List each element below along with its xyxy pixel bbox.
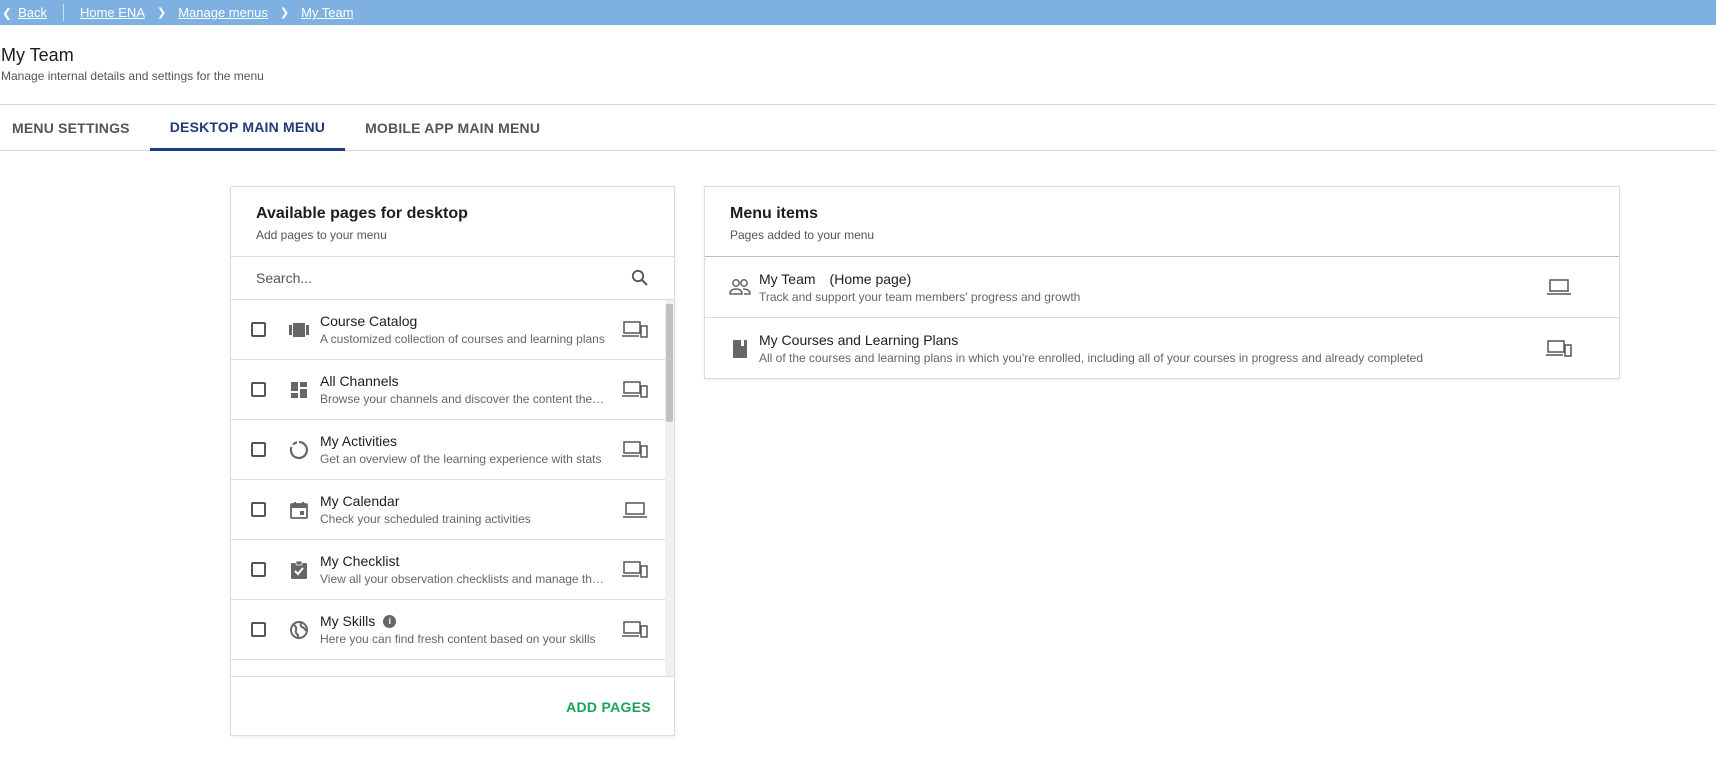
page-title: My Team [1, 45, 74, 65]
top-bar: ❮ Back Home ENA ❯ Manage menus ❯ My Team [0, 0, 1716, 25]
list-item-title: All Channels [320, 373, 399, 389]
available-pages-footer: ADD PAGES [231, 676, 674, 736]
page-subtitle: Manage internal details and settings for… [1, 69, 264, 83]
available-pages-title: Available pages for desktop [256, 205, 468, 222]
desktop-mobile-icon [615, 380, 655, 399]
list-item[interactable]: All Channels Browse your channels and di… [231, 360, 667, 420]
activity-icon [288, 439, 310, 461]
info-icon[interactable]: i [383, 614, 397, 628]
available-pages-subtitle: Add pages to your menu [256, 228, 387, 242]
list-item[interactable]: My Calendar Check your scheduled trainin… [231, 480, 667, 540]
checkbox[interactable] [251, 562, 266, 577]
menu-item-row[interactable]: My Courses and Learning Plans All of the… [705, 318, 1619, 379]
desktop-mobile-icon [615, 320, 655, 339]
list-item-desc: Check your scheduled training activities [320, 512, 531, 526]
checklist-icon [288, 559, 310, 581]
available-pages-panel: Available pages for desktop Add pages to… [230, 186, 675, 736]
add-pages-button[interactable]: ADD PAGES [566, 699, 651, 715]
checkbox[interactable] [251, 622, 266, 637]
list-item-desc: Get an overview of the learning experien… [320, 452, 602, 466]
tab-mobile-app-main-menu[interactable]: MOBILE APP MAIN MENU [345, 105, 560, 151]
tab-menu-settings[interactable]: MENU SETTINGS [0, 105, 150, 151]
menu-items-title: Menu items [730, 205, 819, 222]
desktop-mobile-icon [615, 560, 655, 579]
laptop-icon [615, 501, 655, 519]
list-item-desc: View all your observation checklists and… [320, 572, 605, 586]
menu-item-title-text: My Team [759, 270, 816, 287]
checkbox[interactable] [251, 382, 266, 397]
available-pages-list: Course Catalog A customized collection o… [231, 300, 674, 676]
checkbox[interactable] [251, 502, 266, 517]
list-item-title: Course Catalog [320, 313, 418, 329]
menu-items-subtitle: Pages added to your menu [730, 228, 875, 242]
chevron-left-icon: ❮ [2, 5, 13, 20]
team-icon [729, 276, 751, 298]
list-item-title: My Skills i [320, 613, 615, 629]
list-item-desc: Browse your channels and discover the co… [320, 392, 605, 406]
globe-icon [288, 619, 310, 641]
desktop-mobile-icon [615, 440, 655, 459]
desktop-mobile-icon [615, 620, 655, 639]
menu-item-desc: All of the courses and learning plans in… [759, 351, 1424, 365]
list-item[interactable]: My Checklist View all your observation c… [231, 540, 667, 600]
menu-items-header: Menu items Pages added to your menu [705, 187, 1619, 257]
list-item-title: My Calendar [320, 493, 400, 509]
list-item[interactable]: My Activities Get an overview of the lea… [231, 420, 667, 480]
list-item-title: My Checklist [320, 553, 400, 569]
chevron-right-icon: ❯ [279, 7, 290, 19]
list-item-title-text: My Skills [320, 613, 376, 629]
checkbox[interactable] [251, 322, 266, 337]
breadcrumb-home[interactable]: Home ENA [80, 5, 145, 20]
menu-items-panel: Menu items Pages added to your menu My T… [704, 186, 1620, 379]
list-item[interactable]: Course Catalog A customized collection o… [231, 300, 667, 360]
scrollbar[interactable] [665, 300, 674, 676]
tab-bar: MENU SETTINGS DESKTOP MAIN MENU MOBILE A… [0, 104, 1716, 151]
checkbox[interactable] [251, 442, 266, 457]
breadcrumb-current[interactable]: My Team [301, 5, 354, 20]
menu-item-title: My Team (Home page) [759, 271, 1539, 287]
list-item-title: My Activities [320, 433, 398, 449]
menu-item-row[interactable]: My Team (Home page) Track and support you… [705, 257, 1619, 318]
home-page-tag: (Home page) [829, 270, 912, 287]
breadcrumb: Home ENA ❯ Manage menus ❯ My Team [64, 5, 354, 20]
menu-item-desc: Track and support your team members' pro… [759, 289, 1081, 304]
laptop-icon [1539, 278, 1579, 296]
dashboard-icon [288, 379, 310, 401]
list-item-desc: A customized collection of courses and l… [320, 332, 605, 346]
calendar-icon [288, 499, 310, 521]
tab-desktop-main-menu[interactable]: DESKTOP MAIN MENU [149, 105, 346, 151]
search-input[interactable] [256, 270, 616, 286]
chevron-right-icon: ❯ [157, 7, 167, 19]
book-icon [729, 338, 751, 360]
breadcrumb-manage-menus[interactable]: Manage menus [178, 5, 268, 20]
catalog-icon [288, 319, 310, 341]
search-icon[interactable] [631, 269, 649, 287]
back-label[interactable]: Back [18, 5, 47, 20]
search-bar [231, 257, 674, 300]
available-pages-header: Available pages for desktop Add pages to… [231, 187, 674, 257]
list-item[interactable]: My Skills i Here you can find fresh conte… [231, 600, 667, 660]
list-item-desc: Here you can find fresh content based on… [320, 632, 596, 646]
desktop-mobile-icon [1539, 339, 1579, 358]
menu-item-title: My Courses and Learning Plans [759, 332, 959, 348]
back-link[interactable]: ❮ Back [0, 4, 64, 21]
scrollbar-thumb[interactable] [666, 304, 673, 422]
